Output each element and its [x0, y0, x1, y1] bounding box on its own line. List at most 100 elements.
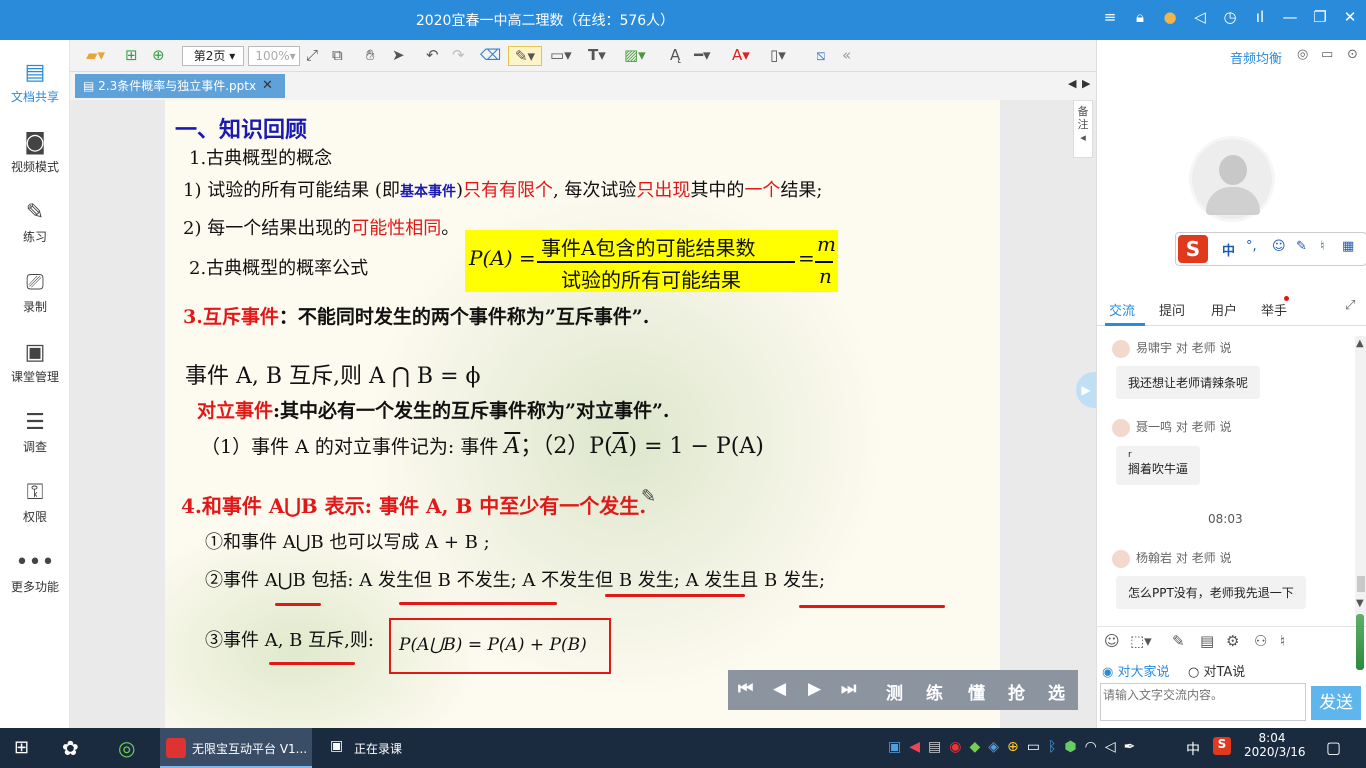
radio-ta[interactable]: ○ 对TA说 [1188, 661, 1245, 680]
clock[interactable]: 8:04 2020/3/16 [1244, 731, 1306, 759]
restore-icon[interactable]: ❐ [1312, 8, 1328, 26]
tray-app-icon[interactable]: ◆ [969, 739, 980, 755]
history-icon[interactable]: ▤ [1200, 632, 1214, 650]
tab-chat[interactable]: 交流 [1109, 300, 1135, 319]
control-practice[interactable]: 练 [926, 679, 943, 704]
collapse-icon[interactable]: « [842, 46, 851, 66]
nav-permission[interactable]: ⚿ 权限 [0, 478, 70, 525]
pen-icon[interactable]: ✒ [1124, 739, 1136, 755]
control-test[interactable]: 测 [886, 679, 903, 704]
hand-icon[interactable]: ✋︎ [366, 46, 375, 66]
ime-lang[interactable]: 中 [1222, 240, 1235, 259]
screen-icon[interactable]: ▭ [1321, 47, 1333, 62]
text-icon[interactable]: T▾ [588, 46, 606, 66]
speaker-icon[interactable]: ◁ [1192, 8, 1208, 26]
tray-app-icon[interactable]: ▤ [928, 739, 941, 755]
voice-icon[interactable]: ♮ [1320, 239, 1325, 254]
insert-icon[interactable]: ⊕ [152, 46, 165, 66]
clock-icon[interactable]: ◷ [1222, 8, 1238, 26]
punctuation-icon[interactable]: °, [1246, 239, 1257, 254]
page-select[interactable]: 第2页 ▾ [182, 46, 244, 66]
tab-question[interactable]: 提问 [1159, 300, 1185, 319]
zoom-select[interactable]: 100%▾ [248, 46, 300, 66]
screenshot-icon[interactable]: ⬚▾ [1130, 632, 1152, 650]
tab-scroll-left-icon[interactable]: ◀ [1068, 77, 1076, 90]
input-language[interactable]: 中 [1186, 739, 1200, 759]
pointer-icon[interactable]: ➤ [392, 46, 405, 66]
chat-input[interactable] [1100, 683, 1306, 721]
prev-slide-icon[interactable]: ◀ [773, 679, 786, 699]
popout-icon[interactable]: ⤢ [1345, 298, 1355, 313]
battery-icon[interactable]: ▭ [1027, 739, 1040, 755]
speaker-icon[interactable]: ◁ [1105, 739, 1116, 755]
menu-icon[interactable]: ≡ [1102, 8, 1118, 26]
page-icon[interactable]: ▯▾ [770, 46, 786, 66]
sogou-icon[interactable]: S [1178, 235, 1208, 263]
eraser-icon[interactable]: ⌫ [480, 46, 501, 66]
pen-tool-icon[interactable]: ✎ [1296, 239, 1307, 254]
pen-icon[interactable]: ✎▾ [508, 46, 542, 66]
control-understand[interactable]: 懂 [968, 679, 985, 704]
open-folder-icon[interactable]: ▰▾ [86, 46, 105, 66]
bluetooth-icon[interactable]: ᛒ [1048, 739, 1056, 755]
speaker-muted-icon[interactable]: ◀ [909, 739, 920, 755]
image-icon[interactable]: ▨▾ [624, 46, 646, 66]
settings-icon[interactable]: ◎ [1297, 47, 1308, 62]
minimize-icon[interactable]: — [1282, 8, 1298, 26]
control-grab[interactable]: 抢 [1008, 679, 1025, 704]
taskbar-app-1[interactable]: 无限宝互动平台 V1... [160, 728, 312, 768]
file-tab[interactable]: ▤ 2.3条件概率与独立事件.pptx [75, 74, 285, 98]
gear-icon[interactable]: ⚙ [1226, 632, 1239, 650]
play-icon[interactable]: ▶ [808, 679, 821, 699]
audio-balance-link[interactable]: 音频均衡 [1230, 48, 1282, 67]
microphone-icon[interactable]: ♮ [1280, 632, 1285, 650]
send-button[interactable]: 发送 [1311, 686, 1361, 720]
font-icon[interactable]: Ą [670, 46, 680, 66]
user-settings-icon[interactable]: ⚇ [1254, 632, 1267, 650]
notification-icon[interactable]: ▢ [1326, 738, 1341, 757]
line-width-icon[interactable]: ━▾ [694, 46, 711, 66]
nav-document-share[interactable]: ▤ 文档共享 [0, 58, 70, 105]
grid-menu-icon[interactable]: ▦ [1342, 239, 1354, 254]
tab-users[interactable]: 用户 [1211, 300, 1237, 319]
microphone-icon[interactable]: ● [1162, 8, 1178, 26]
radio-all[interactable]: ◉ 对大家说 [1102, 661, 1170, 680]
rectangle-icon[interactable]: ▭▾ [550, 46, 572, 66]
nav-survey[interactable]: ☰ 调查 [0, 408, 70, 455]
fit-screen-icon[interactable]: ⤢ [306, 46, 318, 66]
edit-icon[interactable]: ✎ [1172, 632, 1185, 650]
notes-tab[interactable]: 备注 ◂ [1073, 100, 1093, 158]
browser-icon[interactable]: ◎ [118, 736, 135, 760]
nav-record[interactable]: ⎚ 录制 [0, 268, 70, 315]
last-slide-icon[interactable]: ⏭ [841, 679, 856, 699]
app-icon[interactable]: ✿ [62, 736, 79, 760]
first-slide-icon[interactable]: ⏮ [738, 679, 753, 699]
add-page-icon[interactable]: ⊞ [125, 46, 138, 66]
color-icon[interactable]: A▾ [732, 46, 750, 66]
taskbar-app-2[interactable]: ▣ 正在录课 [322, 728, 474, 768]
sogou-tray-icon[interactable]: S [1213, 737, 1231, 755]
emoji-icon[interactable]: ☺ [1104, 632, 1120, 650]
emoji-icon[interactable]: ☺ [1272, 239, 1286, 254]
close-tab-icon[interactable]: ✕ [262, 78, 273, 93]
lock-icon[interactable]: 🔒︎ [1132, 8, 1148, 26]
wifi-icon[interactable]: ◠ [1085, 739, 1097, 755]
page-view-icon[interactable]: ⧉ [332, 46, 343, 66]
tab-raise-hand[interactable]: 举手 [1261, 300, 1287, 319]
tray-record-icon[interactable]: ◉ [949, 739, 961, 755]
nav-more[interactable]: ••• 更多功能 [0, 548, 70, 595]
nav-class-manage[interactable]: ▣ 课堂管理 [0, 338, 70, 385]
tray-app-icon[interactable]: ⊕ [1007, 739, 1019, 755]
undo-icon[interactable]: ↶ [426, 46, 439, 66]
tray-app-icon[interactable]: ◈ [988, 739, 999, 755]
nav-video-mode[interactable]: ◙ 视频模式 [0, 128, 70, 175]
control-choose[interactable]: 选 [1048, 679, 1065, 704]
nav-exercise[interactable]: ✎ 练习 [0, 198, 70, 245]
chat-scrollbar[interactable]: ▲ ▼ [1355, 336, 1366, 616]
camera-icon[interactable]: ⊙ [1347, 47, 1358, 62]
close-icon[interactable]: ✕ [1342, 8, 1358, 26]
redo-icon[interactable]: ↷ [452, 46, 465, 66]
shield-icon[interactable]: ⬢ [1064, 739, 1076, 755]
windows-start-icon[interactable]: ⊞ [14, 737, 29, 758]
tray-app-icon[interactable]: ▣ [888, 739, 901, 755]
